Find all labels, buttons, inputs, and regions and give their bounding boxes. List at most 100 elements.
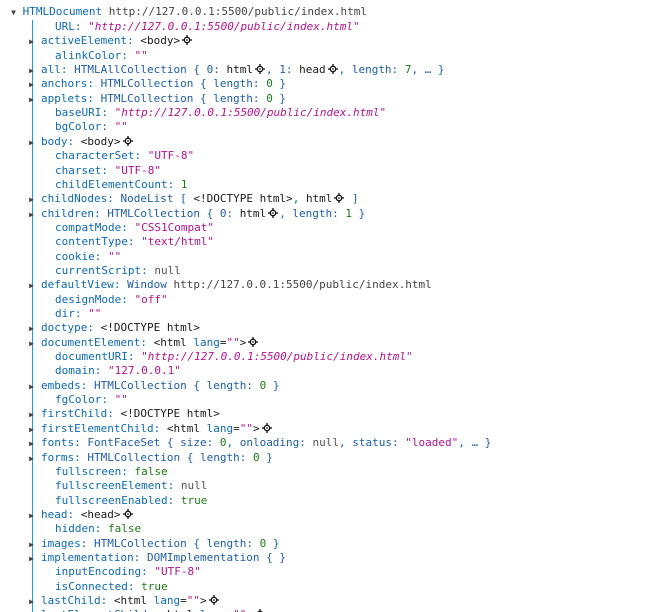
triangle-right-icon[interactable]: ▶ [27,538,36,552]
property-row[interactable]: charset: "UTF-8" [0,164,657,178]
triangle-right-icon[interactable]: ▶ [27,193,36,207]
property-row[interactable]: ▶ applets: HTMLCollection { length: 0 } [0,92,657,106]
property-value-part: HTMLCollection { 0: [107,206,240,220]
triangle-right-icon[interactable]: ▶ [27,380,36,394]
crosshair-gear-icon[interactable] [248,336,259,347]
property-row[interactable]: ▶lastElementChild: <html lang=""> [0,608,657,612]
crosshair-gear-icon[interactable] [261,422,272,433]
property-row[interactable]: fgColor: "" [0,393,657,407]
triangle-right-icon[interactable]: ▶ [27,452,36,466]
property-row[interactable]: ▶ documentElement: <html lang=""> [0,336,657,350]
property-row[interactable]: baseURI: "http://127.0.0.1:5500/public/i… [0,106,657,120]
triangle-right-icon[interactable]: ▶ [27,337,36,351]
property-key: firstChild [41,407,108,421]
property-row[interactable]: hidden: false [0,522,657,536]
triangle-right-icon[interactable]: ▶ [27,64,36,78]
triangle-right-icon[interactable]: ▶ [27,552,36,566]
property-value-part: , 1: [265,63,300,77]
property-value-part: HTMLCollection { length: [87,450,253,464]
property-key: forms [41,450,75,464]
key-separator: : [140,335,154,349]
property-value-part: , status: [339,436,406,450]
triangle-right-icon[interactable]: ▶ [27,595,36,609]
property-key: doctype [41,321,88,335]
crosshair-gear-icon[interactable] [208,595,219,605]
triangle-right-icon[interactable]: ▶ [27,509,36,523]
triangle-right-icon[interactable]: ▶ [27,93,36,107]
property-row[interactable]: URL: "http://127.0.0.1:5500/public/index… [0,20,657,34]
property-value-part: head [299,63,326,77]
property-row[interactable]: inputEncoding: "UTF-8" [0,565,657,579]
property-row[interactable]: isConnected: true [0,580,657,594]
property-row[interactable]: alinkColor: "" [0,49,657,63]
crosshair-gear-icon[interactable] [254,64,265,75]
property-row[interactable]: contentType: "text/html" [0,235,657,249]
root-type: HTMLDocument [22,5,103,18]
triangle-right-icon[interactable]: ▶ [27,208,36,222]
property-value-part: Window [127,278,174,292]
property-row[interactable]: ▶ defaultView: Window http://127.0.0.1:55… [0,278,657,292]
property-row[interactable]: ▶ all: HTMLAllCollection { 0: html , 1: he… [0,63,657,77]
property-key: firstElementChild [41,421,154,435]
property-row[interactable]: ▶ activeElement: <body> [0,34,657,48]
property-value-part: <html [153,335,194,349]
triangle-right-icon[interactable]: ▶ [27,437,36,451]
property-row[interactable]: ▶ children: HTMLCollection { 0: html , len… [0,207,657,221]
property-row[interactable]: cookie: "" [0,250,657,264]
property-row[interactable]: ▶ childNodes: NodeList [ <!DOCTYPE html>,… [0,192,657,206]
property-key: compatMode [55,220,122,234]
triangle-right-icon[interactable]: ▶ [27,78,36,92]
property-row[interactable]: ▶ embeds: HTMLCollection { length: 0 } [0,379,657,393]
key-separator: : [141,565,155,579]
property-value-part: "" [233,608,246,612]
crosshair-gear-icon[interactable] [122,508,133,519]
property-row[interactable]: ▶ images: HTMLCollection { length: 0 } [0,537,657,551]
property-row[interactable]: characterSet: "UTF-8" [0,149,657,163]
key-separator: : [74,436,88,450]
property-row[interactable]: childElementCount: 1 [0,178,657,192]
property-row[interactable]: ▶ forms: HTMLCollection { length: 0 } [0,451,657,465]
property-row[interactable]: ▶ anchors: HTMLCollection { length: 0 } [0,77,657,91]
property-row[interactable]: domain: "127.0.0.1" [0,364,657,378]
crosshair-gear-icon[interactable] [334,193,345,204]
key-separator: : [67,507,81,521]
triangle-down-icon[interactable]: ▼ [0,6,16,20]
property-row[interactable]: fullscreenEnabled: true [0,494,657,508]
property-value-part: "http://127.0.0.1:5500/public/index.html… [114,106,387,120]
property-row[interactable]: ▶ firstChild: <!DOCTYPE html> [0,407,657,421]
property-row[interactable]: ▶ lastChild: <html lang=""> [0,594,657,608]
property-row[interactable]: ▶ head: <head> [0,508,657,522]
property-row[interactable]: fullscreenElement: null [0,479,657,493]
crosshair-gear-icon[interactable] [122,135,133,146]
property-row[interactable]: dir: "" [0,307,657,321]
property-row[interactable]: ▶ body: <body> [0,135,657,149]
property-value-part: html [226,63,253,77]
property-key: children [41,206,94,220]
crosshair-gear-icon[interactable] [268,207,279,218]
triangle-right-icon[interactable]: ▶ [27,279,36,293]
crosshair-gear-icon[interactable] [327,64,338,75]
property-value-part: } [272,91,287,105]
property-row[interactable]: designMode: "off" [0,293,657,307]
triangle-right-icon[interactable]: ▶ [27,423,36,437]
property-row[interactable]: compatMode: "CSS1Compat" [0,221,657,235]
triangle-right-icon[interactable]: ▶ [27,408,36,422]
triangle-right-icon[interactable]: ▶ [27,136,36,150]
property-row[interactable]: fullscreen: false [0,465,657,479]
property-row[interactable]: currentScript: null [0,264,657,278]
property-row[interactable]: ▶ doctype: <!DOCTYPE html> [0,321,657,335]
property-value-part: "text/html" [141,235,214,249]
triangle-right-icon[interactable]: ▶ [27,35,36,49]
key-separator: : [107,407,121,421]
property-row[interactable]: ▶ fonts: FontFaceSet { size: 0, onloading… [0,436,657,450]
property-row[interactable]: ▶ implementation: DOMImplementation { } [0,551,657,565]
key-separator: : [127,350,142,364]
triangle-right-icon[interactable]: ▶ [27,322,36,336]
key-separator: : [74,20,89,33]
property-value-part: html [305,192,333,206]
property-row[interactable]: bgColor: "" [0,120,657,134]
crosshair-gear-icon[interactable] [182,35,193,46]
property-row[interactable]: ▶ firstElementChild: <html lang=""> [0,422,657,436]
tree-root-row[interactable]: ▼ HTMLDocument http://127.0.0.1:5500/pub… [0,5,657,19]
property-row[interactable]: documentURI: "http://127.0.0.1:5500/publ… [0,350,657,364]
